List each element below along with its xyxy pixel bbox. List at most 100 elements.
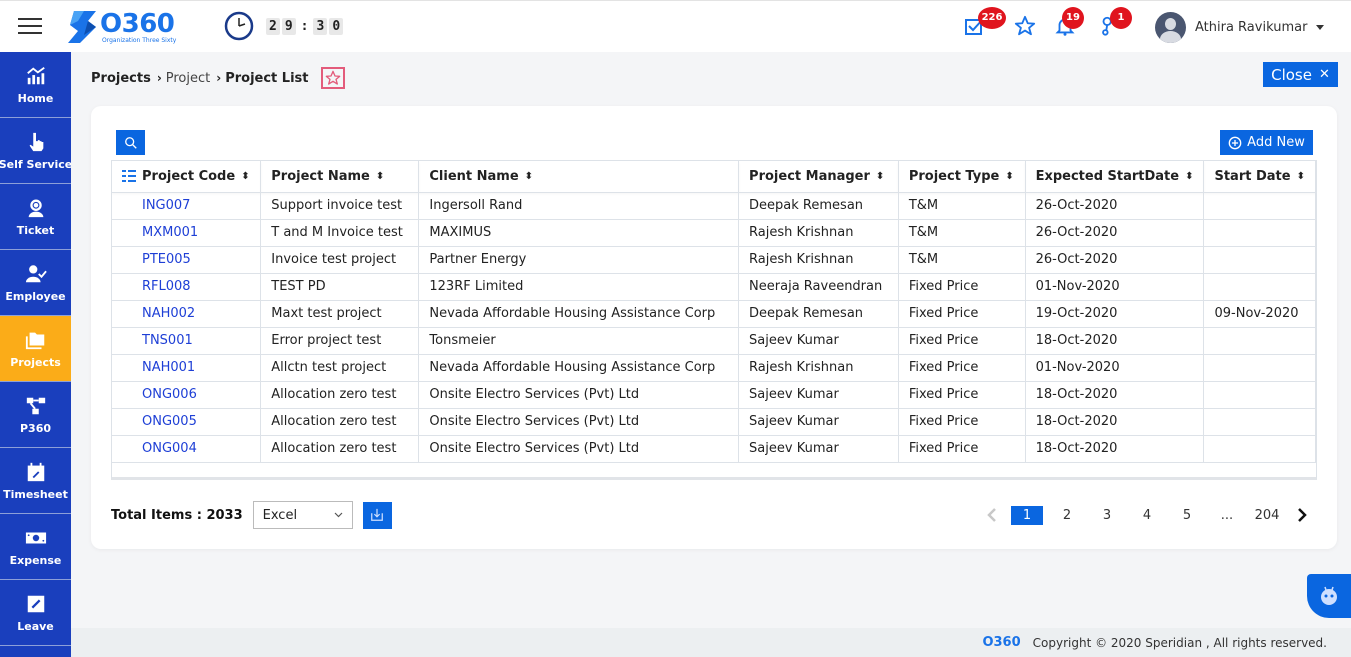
page-button[interactable]: 204: [1247, 508, 1287, 523]
export-format-select[interactable]: Excel: [252, 501, 353, 529]
column-header-client-name[interactable]: Client Name ⬍: [418, 161, 740, 192]
search-button[interactable]: [116, 130, 145, 155]
table-cell: Maxt test project: [260, 299, 420, 327]
sidebar-item-home[interactable]: Home: [0, 52, 71, 118]
add-favorite-button[interactable]: [321, 67, 346, 89]
project-code-link[interactable]: ONG005: [112, 407, 262, 435]
page-button[interactable]: 5: [1167, 508, 1207, 523]
table-cell: Allocation zero test: [260, 434, 420, 462]
calendar-edit-icon: [27, 462, 44, 481]
project-code-link[interactable]: ONG006: [112, 380, 262, 408]
app-logo[interactable]: O360 Organization Three Sixty: [68, 9, 203, 45]
sidebar-item-leave[interactable]: Leave: [0, 580, 71, 646]
page-button[interactable]: 2: [1047, 508, 1087, 523]
project-code-link[interactable]: NAH001: [112, 353, 262, 381]
favorites-button[interactable]: [1014, 15, 1036, 37]
table-cell: [1203, 434, 1316, 462]
chatbot-button[interactable]: [1307, 574, 1351, 618]
column-header-expected-start-date[interactable]: Expected StartDate ⬍: [1025, 161, 1205, 192]
next-page-button[interactable]: [1287, 507, 1317, 523]
project-code-link[interactable]: TNS001: [112, 326, 262, 354]
page-button[interactable]: 3: [1087, 508, 1127, 523]
table-row[interactable]: NAH002 Maxt test project Nevada Affordable…: [112, 299, 1316, 327]
table-row[interactable]: MXM001 T and M Invoice test MAXIMUS Rajesh …: [112, 218, 1316, 246]
table-cell: Allocation zero test: [260, 407, 420, 435]
notifications-button[interactable]: 19: [1054, 7, 1084, 37]
close-button[interactable]: Close ✕: [1263, 62, 1338, 87]
table-cell: Error project test: [260, 326, 420, 354]
breadcrumb-item[interactable]: Projects: [91, 71, 151, 86]
sidebar-item-employee[interactable]: Employee: [0, 250, 71, 316]
export-download-button[interactable]: [362, 501, 392, 529]
tasks-button[interactable]: 226: [964, 7, 1006, 37]
table-cell: 18-Oct-2020: [1025, 326, 1205, 354]
sort-icon[interactable]: ⬍: [1297, 171, 1305, 182]
table-row[interactable]: ONG006 Allocation zero test Onsite Electro…: [112, 380, 1316, 408]
page-button[interactable]: 1: [1011, 505, 1043, 525]
table-row[interactable]: ING007 Support invoice test Ingersoll Rand…: [112, 191, 1316, 219]
project-code-link[interactable]: NAH002: [112, 299, 262, 327]
add-new-button[interactable]: Add New: [1220, 130, 1313, 155]
page-ellipsis: ...: [1220, 507, 1234, 523]
sidebar-item-label: Home: [17, 91, 54, 105]
table-cell: [1203, 191, 1316, 219]
hierarchy-icon: [26, 397, 45, 414]
sort-icon[interactable]: ⬍: [1185, 171, 1193, 182]
sidebar-item-expense[interactable]: Expense: [0, 514, 71, 580]
table-row[interactable]: PTE005 Invoice test project Partner Energy…: [112, 245, 1316, 273]
sidebar-item-ticket[interactable]: Ticket: [0, 184, 71, 250]
column-header-project-code[interactable]: Project Code ⬍: [112, 161, 262, 192]
sort-icon[interactable]: ⬍: [1005, 171, 1013, 182]
project-code-link[interactable]: ONG004: [112, 434, 262, 462]
column-header-project-manager[interactable]: Project Manager ⬍: [738, 161, 899, 192]
breadcrumb-separator: ›: [216, 71, 222, 85]
table-row[interactable]: ONG004 Allocation zero test Onsite Electro…: [112, 434, 1316, 462]
page-button[interactable]: 4: [1127, 508, 1167, 523]
project-code-link[interactable]: MXM001: [112, 218, 262, 246]
table-cell: [1203, 380, 1316, 408]
column-chooser-icon[interactable]: [122, 170, 136, 183]
sort-icon[interactable]: ⬍: [376, 171, 384, 182]
table-cell: Fixed Price: [898, 272, 1026, 300]
table-cell: 01-Nov-2020: [1025, 353, 1205, 381]
close-icon: ✕: [1318, 67, 1330, 82]
table-row[interactable]: RFL008 TEST PD 123RF Limited Neeraja Raveen…: [112, 272, 1316, 300]
sidebar-item-p360[interactable]: P360: [0, 382, 71, 448]
table-cell: Allocation zero test: [260, 380, 420, 408]
close-button-label: Close: [1271, 65, 1312, 84]
sidebar-item-timesheet[interactable]: Timesheet: [0, 448, 71, 514]
table-cell: [898, 461, 1026, 477]
project-list-card: Add New Project Code ⬍ Project Name ⬍ Clie…: [91, 106, 1337, 549]
project-code-link[interactable]: PTE005: [112, 245, 262, 273]
table-cell: Deepak Remesan: [738, 191, 899, 219]
sidebar-item-label: Expense: [9, 553, 62, 567]
table-cell: T&M: [898, 218, 1026, 246]
menu-toggle-icon[interactable]: [18, 18, 42, 34]
column-header-project-type[interactable]: Project Type ⬍: [898, 161, 1026, 192]
column-header-start-date[interactable]: Start Date ⬍: [1203, 161, 1316, 192]
column-header-project-name[interactable]: Project Name ⬍: [260, 161, 420, 192]
table-row[interactable]: ONG005 Allocation zero test Onsite Electro…: [112, 407, 1316, 435]
sidebar-item-label: P360: [19, 421, 52, 435]
breadcrumb-item[interactable]: Project: [166, 71, 210, 86]
table-cell: Tonsmeier: [418, 326, 740, 354]
table-row[interactable]: NAH001 Allctn test project Nevada Affordab…: [112, 353, 1316, 381]
sort-icon[interactable]: ⬍: [876, 171, 884, 182]
sort-icon[interactable]: ⬍: [241, 171, 249, 182]
clock-icon: [224, 11, 254, 41]
project-code-link[interactable]: RFL008: [112, 272, 262, 300]
breadcrumb-item-current: Project List: [225, 70, 309, 86]
total-items: Total Items : 2033: [111, 507, 243, 523]
sidebar-item-projects[interactable]: Projects: [0, 316, 71, 382]
table-cell: [1025, 461, 1204, 477]
table-cell: Invoice test project: [260, 245, 420, 273]
sort-icon[interactable]: ⬍: [525, 171, 533, 182]
user-menu[interactable]: Athira Ravikumar: [1155, 12, 1325, 43]
sidebar-item-self-service[interactable]: Self Service: [0, 118, 72, 184]
sidebar-item-label: Ticket: [16, 223, 55, 237]
breadcrumb-separator: ›: [156, 71, 162, 85]
project-code-link[interactable]: ING007: [112, 191, 262, 219]
prev-page-button[interactable]: [977, 507, 1007, 523]
alerts-button[interactable]: 1: [1098, 7, 1132, 37]
table-row[interactable]: TNS001 Error project test Tonsmeier Sajeev …: [112, 326, 1316, 354]
